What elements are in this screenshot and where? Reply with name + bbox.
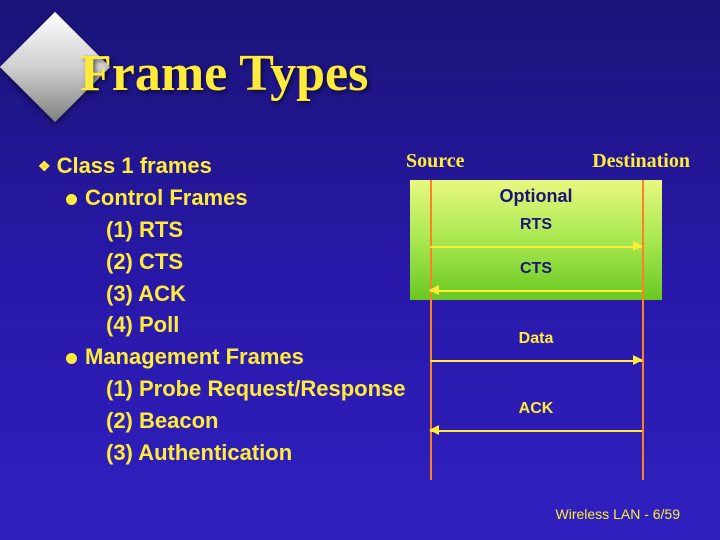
- ack-label: ACK: [430, 400, 642, 418]
- arrow-line: [430, 246, 642, 248]
- bullet-control-text: Control Frames: [85, 182, 248, 214]
- arrow-right-icon: [633, 355, 643, 365]
- slide-footer: Wireless LAN - 6/59: [556, 506, 680, 522]
- bullet-class1: ❖ Class 1 frames: [38, 150, 406, 182]
- control-item-4: (4) Poll: [106, 309, 406, 341]
- arrow-line: [430, 360, 642, 362]
- destination-timeline: [642, 180, 644, 480]
- bullet-class1-text: Class 1 frames: [57, 150, 212, 182]
- arrow-line: [430, 290, 642, 292]
- control-item-3: (3) ACK: [106, 278, 406, 310]
- bullet-mgmt: Management Frames: [66, 341, 406, 373]
- control-item-2: (2) CTS: [106, 246, 406, 278]
- arrow-right-icon: [633, 241, 643, 251]
- rts-arrow: RTS: [430, 236, 642, 256]
- timing-diagram: Source Destination Optional RTS CTS Data…: [380, 150, 690, 480]
- arrow-line: [430, 430, 642, 432]
- bullet-mgmt-text: Management Frames: [85, 341, 304, 373]
- bullet-content: ❖ Class 1 frames Control Frames (1) RTS …: [38, 150, 406, 469]
- arrow-left-icon: [429, 285, 439, 295]
- data-label: Data: [430, 330, 642, 348]
- arrow-left-icon: [429, 425, 439, 435]
- optional-label: Optional: [410, 186, 662, 207]
- control-item-1: (1) RTS: [106, 214, 406, 246]
- slide-title: Frame Types: [80, 44, 368, 103]
- bullet-control: Control Frames: [66, 182, 406, 214]
- mgmt-item-2: (2) Beacon: [106, 405, 406, 437]
- ack-arrow: ACK: [430, 420, 642, 440]
- circle-bullet-icon: [66, 353, 77, 364]
- cts-label: CTS: [430, 260, 642, 278]
- rts-label: RTS: [430, 216, 642, 234]
- data-arrow: Data: [430, 350, 642, 370]
- diamond-bullet-icon: ❖: [38, 156, 51, 176]
- mgmt-item-3: (3) Authentication: [106, 437, 406, 469]
- destination-label: Destination: [592, 150, 690, 173]
- circle-bullet-icon: [66, 194, 77, 205]
- cts-arrow: CTS: [430, 280, 642, 300]
- source-label: Source: [406, 150, 465, 173]
- mgmt-item-1: (1) Probe Request/Response: [106, 373, 406, 405]
